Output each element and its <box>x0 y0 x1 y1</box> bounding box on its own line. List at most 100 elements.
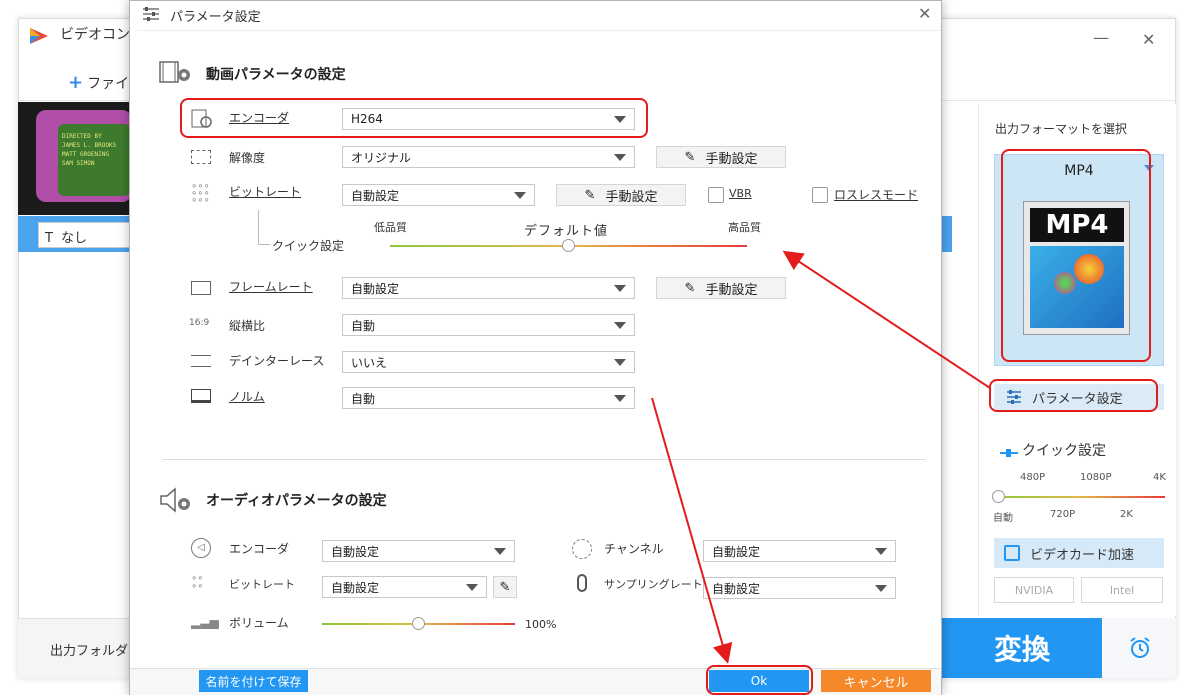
convert-button[interactable]: 変換 <box>942 618 1102 678</box>
film-gear-icon <box>159 59 195 87</box>
intel-option[interactable]: Intel <box>1081 577 1163 603</box>
resolution-select[interactable]: オリジナル <box>342 146 635 168</box>
volume-slider-handle[interactable] <box>412 617 425 630</box>
encoder-highlight <box>180 98 648 138</box>
bitrate-dots-icon: ∘∘∘ ∘∘∘ ∘∘∘ <box>191 181 210 206</box>
thumb-line: SAM SIMON <box>62 160 95 167</box>
video-thumbnail[interactable]: DIRECTED BY JAMES L. BROOKS MATT GROENIN… <box>18 102 138 215</box>
low-quality-label: 低品質 <box>374 221 407 234</box>
quick-tick-label: 720P <box>1050 509 1076 520</box>
audio-section-title: オーディオパラメータの設定 <box>206 493 387 509</box>
high-quality-label: 高品質 <box>728 221 761 234</box>
deinterlace-select[interactable]: いいえ <box>342 351 635 373</box>
thumb-line: MATT GROENING <box>62 151 109 158</box>
chevron-down-icon <box>875 584 887 592</box>
gpu-acceleration-label: ビデオカード加速 <box>1030 547 1135 563</box>
format-select-label: 出力フォーマットを選択 <box>995 122 1128 136</box>
add-file-button[interactable]: + ファイ <box>68 72 129 93</box>
alarm-button[interactable] <box>1103 618 1176 678</box>
chevron-down-icon <box>514 191 526 199</box>
lossless-checkbox[interactable] <box>812 187 828 203</box>
video-bitrate-label[interactable]: ビットレート <box>229 183 301 200</box>
audio-bitrate-edit-button[interactable]: ✎ <box>493 576 517 598</box>
close-icon[interactable]: ✕ <box>1142 30 1155 49</box>
resolution-icon <box>191 150 211 164</box>
aspect-select[interactable]: 自動 <box>342 314 635 336</box>
deinterlace-label: デインターレース <box>229 354 325 368</box>
vbr-label[interactable]: VBR <box>729 187 752 200</box>
default-quality-label: デフォルト値 <box>524 224 609 239</box>
video-section-title: 動画パラメータの設定 <box>206 67 346 83</box>
manual-label: 手動設定 <box>605 189 658 205</box>
manual-label: 手動設定 <box>705 151 758 167</box>
chevron-down-icon <box>614 284 626 292</box>
audio-encoder-label: エンコーダ <box>229 542 290 556</box>
thumb-line: DIRECTED BY <box>62 133 102 140</box>
quick-settings-slider[interactable] <box>995 496 1165 498</box>
speaker-gear-icon <box>159 486 195 514</box>
pencil-icon: ✎ <box>584 187 596 203</box>
chevron-down-icon <box>466 583 478 591</box>
quality-slider-handle[interactable] <box>562 239 575 252</box>
app-logo-icon <box>30 28 48 44</box>
audio-bitrate-dots-icon: ∘∘ ∘∘ <box>191 573 204 592</box>
bitrate-manual-button[interactable]: ✎ 手動設定 <box>556 184 686 206</box>
plus-icon: + <box>68 72 84 93</box>
nvidia-option[interactable]: NVIDIA <box>994 577 1074 603</box>
subtitle-value: なし <box>60 231 87 246</box>
deinterlace-value: いいえ <box>351 355 388 370</box>
quick-settings-label: クイック設定 <box>1000 440 1106 460</box>
gpu-acceleration-button[interactable]: ビデオカード加速 <box>994 538 1164 568</box>
samplerate-select[interactable]: 自動設定 <box>703 577 896 599</box>
lossless-label[interactable]: ロスレスモード <box>834 186 918 203</box>
section-divider <box>162 459 926 460</box>
samplerate-value: 自動設定 <box>712 581 761 596</box>
vbr-checkbox[interactable] <box>708 187 724 203</box>
chevron-down-icon <box>614 321 626 329</box>
resolution-manual-button[interactable]: ✎ 手動設定 <box>656 146 786 168</box>
norm-value: 自動 <box>351 391 376 406</box>
audio-encoder-select[interactable]: 自動設定 <box>322 540 515 562</box>
microphone-icon <box>577 574 587 592</box>
dialog-close-icon[interactable]: ✕ <box>918 4 931 23</box>
resolution-value: オリジナル <box>351 150 412 165</box>
chevron-down-icon <box>614 358 626 366</box>
framerate-value: 自動設定 <box>351 281 400 296</box>
pencil-icon: ✎ <box>499 579 511 595</box>
norm-select[interactable]: 自動 <box>342 387 635 409</box>
framerate-select[interactable]: 自動設定 <box>342 277 635 299</box>
output-folder-label: 出力フォルダ： <box>50 644 142 659</box>
pencil-icon: ✎ <box>684 149 696 165</box>
parameter-button-highlight <box>989 379 1158 412</box>
alarm-clock-icon <box>1129 637 1150 658</box>
resolution-label: 解像度 <box>229 151 266 165</box>
subtitle-select[interactable]: T なし <box>38 222 138 248</box>
quick-settings-text: クイック設定 <box>1022 443 1106 459</box>
framerate-manual-button[interactable]: ✎ 手動設定 <box>656 277 786 299</box>
dialog-title: パラメータ設定 <box>170 10 261 25</box>
filmstrip-icon <box>191 281 211 295</box>
audio-bitrate-select[interactable]: 自動設定 <box>322 576 487 598</box>
chip-icon <box>1004 545 1020 561</box>
channel-icon <box>572 539 592 559</box>
chevron-down-icon <box>494 547 506 555</box>
channel-select[interactable]: 自動設定 <box>703 540 896 562</box>
minimize-icon[interactable]: — <box>1093 28 1109 47</box>
norm-label[interactable]: ノルム <box>229 388 265 405</box>
cancel-button[interactable]: キャンセル <box>821 670 931 692</box>
volume-bars-icon: ▂▃▅ <box>191 615 219 629</box>
tree-connector <box>258 244 270 245</box>
channel-label: チャンネル <box>604 542 664 556</box>
quick-settings-slider-handle[interactable] <box>992 490 1005 503</box>
tree-connector <box>258 210 259 244</box>
framerate-label[interactable]: フレームレート <box>229 278 313 295</box>
volume-label: ボリューム <box>229 616 289 630</box>
video-bitrate-select[interactable]: 自動設定 <box>342 184 535 206</box>
quick-tick-label: 2K <box>1120 509 1133 520</box>
chevron-down-icon <box>614 394 626 402</box>
volume-value: 100% <box>525 618 557 631</box>
aspect-label: 縦横比 <box>229 319 266 333</box>
manual-label: 手動設定 <box>705 282 758 298</box>
save-as-button[interactable]: 名前を付けて保存 <box>199 670 308 692</box>
settings-sliders-icon <box>142 7 160 21</box>
